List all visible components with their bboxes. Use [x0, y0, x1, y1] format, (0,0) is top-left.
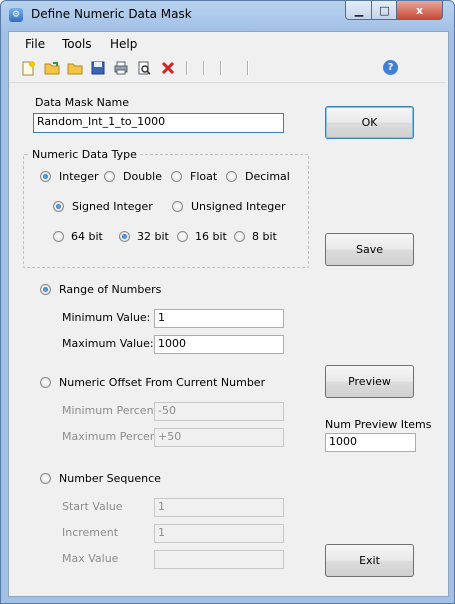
- numeric-offset-radio[interactable]: [40, 377, 51, 388]
- toolbar-separator: [247, 61, 249, 75]
- toolbar-separator: [203, 61, 205, 75]
- number-sequence-radio[interactable]: [40, 473, 51, 484]
- maximum-percent-input[interactable]: +50: [154, 428, 284, 447]
- numeric-offset-label: Numeric Offset From Current Number: [59, 376, 266, 389]
- range-of-numbers-label: Range of Numbers: [59, 283, 162, 296]
- print-icon[interactable]: [112, 59, 130, 77]
- num-preview-items-label: Num Preview Items: [325, 418, 432, 431]
- integer-radio[interactable]: [40, 171, 51, 182]
- double-label: Double: [123, 170, 162, 183]
- minimize-button[interactable]: ▁: [345, 1, 373, 20]
- number-sequence-label: Number Sequence: [59, 472, 161, 485]
- menu-file[interactable]: File: [25, 37, 45, 51]
- double-radio[interactable]: [104, 171, 115, 182]
- window-title: Define Numeric Data Mask: [31, 7, 192, 21]
- open-folder-icon[interactable]: [43, 59, 61, 77]
- max-value-input[interactable]: [154, 550, 284, 569]
- toolbar-separator: [186, 61, 188, 75]
- 64-bit-label: 64 bit: [71, 230, 103, 243]
- minimum-percent-input[interactable]: -50: [154, 402, 284, 421]
- decimal-label: Decimal: [245, 170, 290, 183]
- exit-button[interactable]: Exit: [325, 544, 414, 577]
- help-icon[interactable]: ?: [383, 60, 398, 75]
- print-preview-icon[interactable]: [135, 59, 153, 77]
- menu-tools[interactable]: Tools: [62, 37, 92, 51]
- preview-button[interactable]: Preview: [325, 365, 414, 398]
- folder-icon[interactable]: [66, 59, 84, 77]
- maximize-button[interactable]: □: [371, 1, 398, 20]
- maximum-value-input[interactable]: 1000: [154, 335, 284, 354]
- save-disk-icon[interactable]: [89, 59, 107, 77]
- integer-label: Integer: [59, 170, 99, 183]
- app-icon: ⚙: [9, 8, 23, 22]
- float-label: Float: [190, 170, 218, 183]
- 8-bit-radio[interactable]: [234, 231, 245, 242]
- data-mask-name-label: Data Mask Name: [35, 96, 130, 109]
- toolbar-separator: [220, 61, 222, 75]
- signed-integer-label: Signed Integer: [72, 200, 153, 213]
- 64-bit-radio[interactable]: [53, 231, 64, 242]
- new-file-icon[interactable]: [19, 59, 37, 77]
- increment-label: Increment: [62, 526, 119, 539]
- max-value-label: Max Value: [62, 552, 119, 565]
- 16-bit-label: 16 bit: [195, 230, 227, 243]
- menu-help[interactable]: Help: [110, 37, 137, 51]
- minimum-percent-label: Minimum Percent: [62, 404, 158, 417]
- delete-icon[interactable]: [159, 59, 177, 77]
- 32-bit-label: 32 bit: [137, 230, 169, 243]
- start-value-label: Start Value: [62, 500, 123, 513]
- save-button[interactable]: Save: [325, 233, 414, 266]
- minimum-value-input[interactable]: 1: [154, 309, 284, 328]
- data-mask-name-input[interactable]: Random_Int_1_to_1000: [33, 113, 284, 133]
- maximum-percent-label: Maximum Percent: [62, 430, 162, 443]
- num-preview-items-input[interactable]: 1000: [325, 433, 416, 452]
- numeric-data-type-title: Numeric Data Type: [29, 148, 140, 161]
- minimum-value-label: Minimum Value:: [62, 311, 151, 324]
- decimal-radio[interactable]: [226, 171, 237, 182]
- maximum-value-label: Maximum Value:: [62, 337, 154, 350]
- start-value-input[interactable]: 1: [154, 498, 284, 517]
- 16-bit-radio[interactable]: [177, 231, 188, 242]
- unsigned-integer-label: Unsigned Integer: [191, 200, 286, 213]
- unsigned-integer-radio[interactable]: [172, 201, 183, 212]
- 32-bit-radio[interactable]: [119, 231, 130, 242]
- 8-bit-label: 8 bit: [252, 230, 277, 243]
- ok-button[interactable]: OK: [325, 106, 414, 139]
- float-radio[interactable]: [171, 171, 182, 182]
- signed-integer-radio[interactable]: [53, 201, 64, 212]
- range-of-numbers-radio[interactable]: [40, 284, 51, 295]
- close-button[interactable]: x: [396, 1, 443, 20]
- increment-input[interactable]: 1: [154, 524, 284, 543]
